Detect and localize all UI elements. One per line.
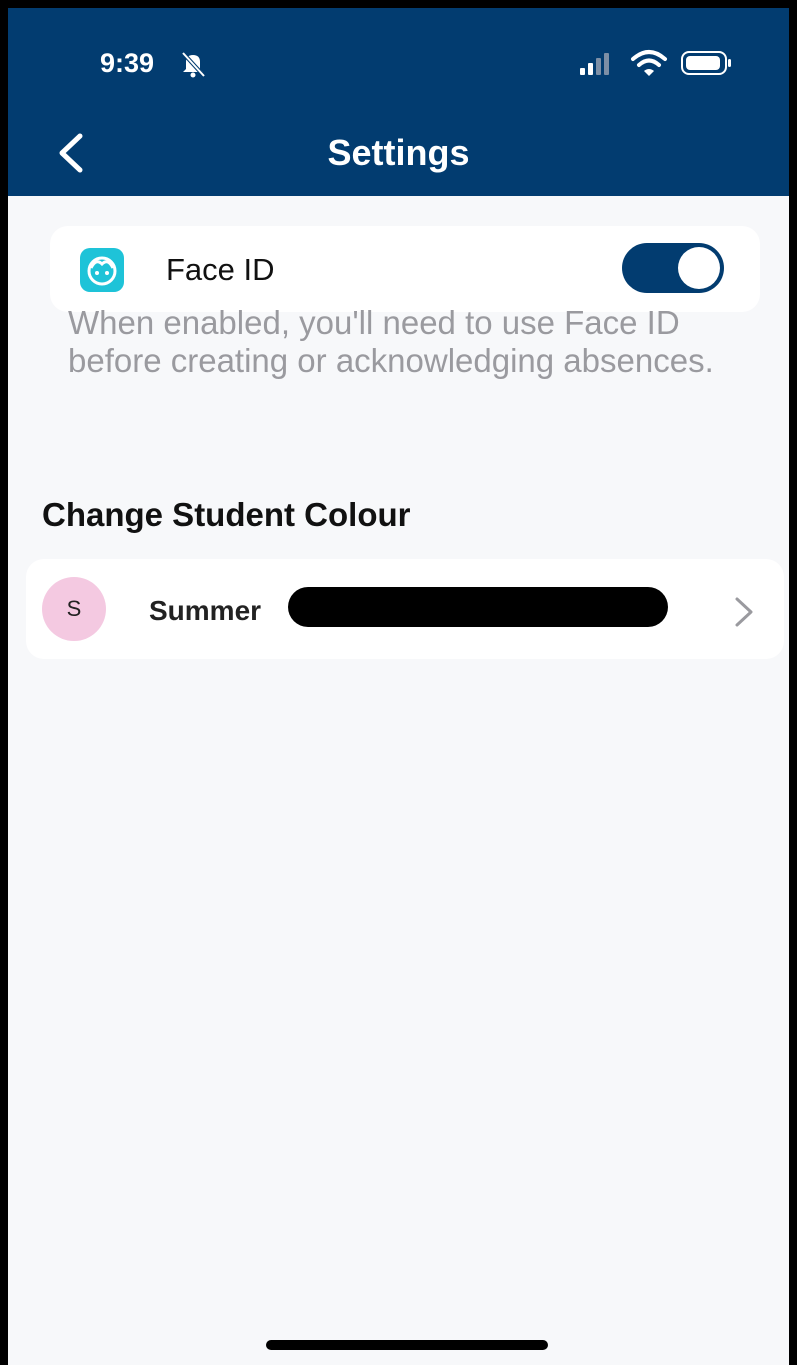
wifi-icon xyxy=(631,50,667,76)
face-icon xyxy=(80,248,124,292)
chevron-right-icon xyxy=(735,597,753,627)
status-time: 9:39 xyxy=(100,48,155,78)
redaction-bar xyxy=(288,587,668,627)
student-name: Summer xyxy=(149,595,262,626)
face-id-setting-card: Face ID xyxy=(50,226,760,312)
settings-screen: 9:39 Settings Face ID When enabled, you'… xyxy=(8,8,789,1365)
home-indicator[interactable] xyxy=(266,1340,548,1350)
toggle-knob xyxy=(678,247,720,289)
bell-slash-icon xyxy=(181,51,206,78)
signal-icon xyxy=(580,53,609,75)
face-id-description: When enabled, you'll need to use Face ID… xyxy=(68,304,714,379)
student-list-item[interactable]: S Summer xyxy=(26,559,784,659)
app-header: 9:39 Settings xyxy=(8,8,789,196)
section-title-change-student-colour: Change Student Colour xyxy=(42,496,411,533)
face-id-label: Face ID xyxy=(166,252,275,287)
page-title: Settings xyxy=(327,132,470,173)
face-id-toggle[interactable] xyxy=(622,243,724,293)
student-avatar: S xyxy=(42,577,106,641)
battery-icon xyxy=(681,51,731,75)
